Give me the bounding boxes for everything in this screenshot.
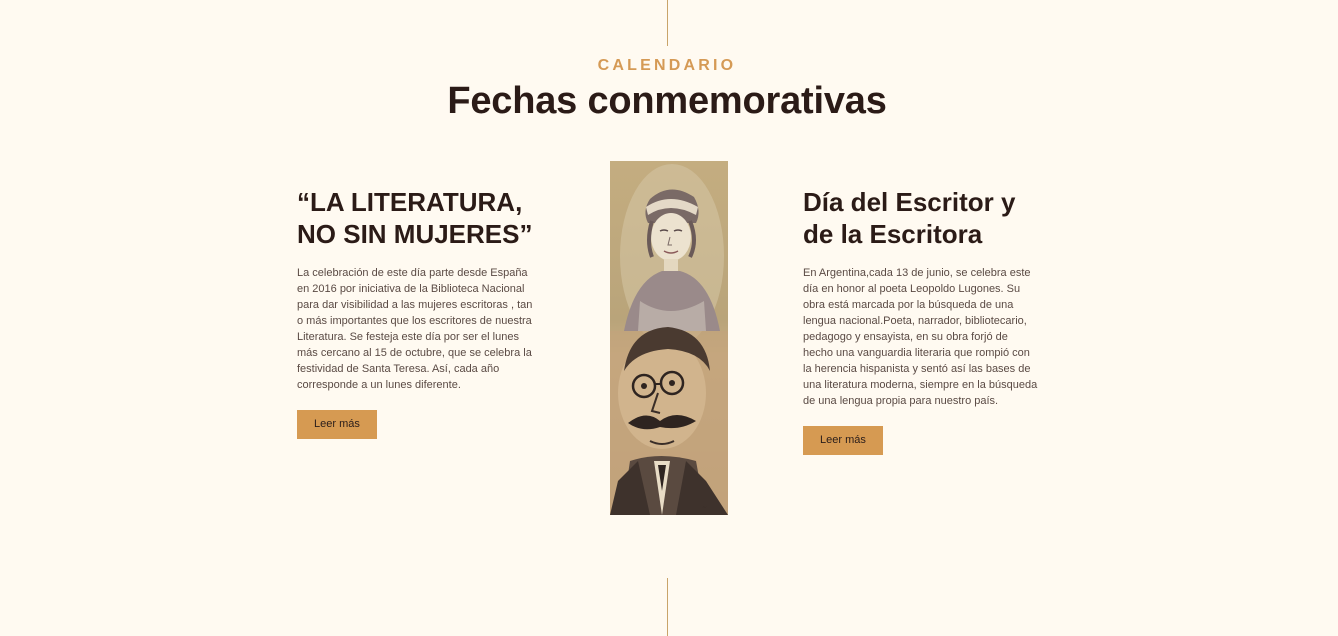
portrait-image: ~ [610,161,728,515]
svg-text:~: ~ [702,504,707,511]
bottom-divider-line [667,578,668,636]
section-title: Fechas conmemorativas [447,80,887,122]
card-body: En Argentina,cada 13 de junio, se celebr… [803,267,1038,407]
read-more-button[interactable]: Leer más [297,410,377,439]
card-escritor: Día del Escritor y de la Escritora En Ar… [803,186,1043,455]
card-title: “LA LITERATURA, NO SIN MUJERES” [297,187,533,249]
portrait-illustration: ~ [610,161,728,515]
section-eyebrow: CALENDARIO [597,57,737,74]
card-title: Día del Escritor y de la Escritora [803,187,1016,249]
card-body: La celebración de este día parte desde E… [297,267,533,391]
read-more-button[interactable]: Leer más [803,426,883,455]
top-divider-line [667,0,668,46]
card-mujeres: “LA LITERATURA, NO SIN MUJERES” La celeb… [297,186,537,439]
